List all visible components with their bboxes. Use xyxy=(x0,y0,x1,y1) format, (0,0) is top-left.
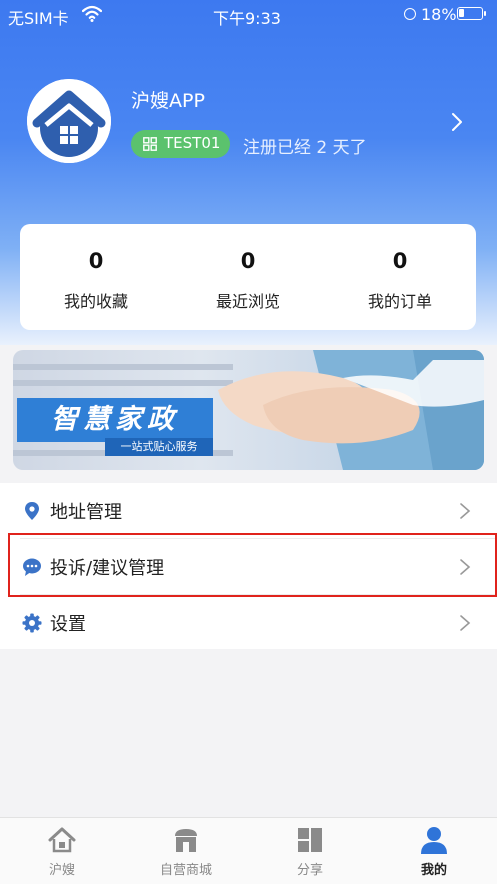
clock: 下午9:33 xyxy=(213,9,281,28)
wifi-icon xyxy=(82,5,102,22)
stat-recent[interactable]: 0 最近浏览 xyxy=(172,224,324,330)
stat-value: 0 xyxy=(392,249,408,273)
tab-label: 我的 xyxy=(420,863,447,878)
tab-label: 自营商城 xyxy=(159,863,212,878)
tab-label: 沪嫂 xyxy=(48,863,75,878)
stat-value: 0 xyxy=(240,249,256,273)
battery-icon xyxy=(457,7,486,20)
banner-title: 智慧家政 xyxy=(17,398,213,442)
stats-card: 0 我的收藏 0 最近浏览 0 我的订单 xyxy=(20,224,476,330)
tab-share[interactable]: 分享 xyxy=(248,818,372,884)
carrier-label: 无SIM卡 xyxy=(8,9,69,28)
stat-label: 最近浏览 xyxy=(215,292,280,311)
stat-label: 我的收藏 xyxy=(63,292,128,311)
orientation-lock-icon xyxy=(404,8,416,20)
tab-label: 分享 xyxy=(296,863,323,878)
stat-favorites[interactable]: 0 我的收藏 xyxy=(20,224,172,330)
menu-label: 地址管理 xyxy=(50,502,122,523)
stat-label: 我的订单 xyxy=(367,292,432,311)
menu-item-address[interactable]: 地址管理 xyxy=(0,483,497,539)
chevron-right-icon xyxy=(460,503,471,519)
chevron-right-icon xyxy=(460,615,471,631)
promo-banner[interactable]: 智慧家政 一站式贴心服务 xyxy=(13,350,484,470)
tab-home[interactable]: 沪嫂 xyxy=(0,818,124,884)
store-icon xyxy=(175,829,197,852)
grid-icon xyxy=(143,137,157,151)
house-logo-icon xyxy=(27,79,111,163)
app-name: 沪嫂APP xyxy=(131,90,205,112)
stat-orders[interactable]: 0 我的订单 xyxy=(324,224,476,330)
bottom-tab-bar: 沪嫂 自营商城 分享 我的 xyxy=(0,817,497,884)
home-icon xyxy=(48,827,76,853)
gear-icon xyxy=(22,613,42,633)
tab-mine[interactable]: 我的 xyxy=(372,818,496,884)
battery-percent: 18% xyxy=(421,5,457,24)
user-icon xyxy=(421,827,447,854)
menu-label: 设置 xyxy=(50,614,86,635)
banner-subtitle: 一站式贴心服务 xyxy=(105,438,213,456)
stat-value: 0 xyxy=(88,249,104,273)
registration-days: 注册已经 2 天了 xyxy=(243,138,367,158)
tab-store[interactable]: 自营商城 xyxy=(124,818,248,884)
highlight-box xyxy=(8,533,497,597)
location-pin-icon xyxy=(25,502,39,520)
user-id-badge: TEST01 xyxy=(131,130,230,158)
user-id-label: TEST01 xyxy=(164,134,221,152)
status-bar: 无SIM卡 下午9:33 18% xyxy=(0,0,497,30)
share-grid-icon xyxy=(298,828,322,852)
menu-item-settings[interactable]: 设置 xyxy=(0,595,497,651)
chevron-right-icon[interactable] xyxy=(450,112,464,132)
avatar[interactable] xyxy=(27,79,111,163)
